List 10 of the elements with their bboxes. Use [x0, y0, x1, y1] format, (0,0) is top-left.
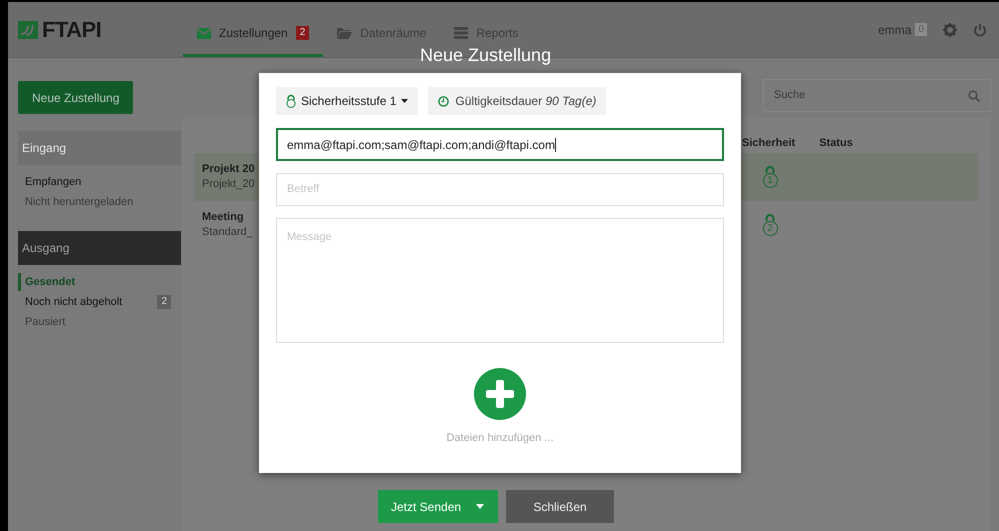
- delivery-title: Meeting: [202, 210, 244, 225]
- count-badge: 2: [296, 26, 310, 40]
- delivery-title: Projekt 20: [202, 162, 255, 177]
- count-badge: 2: [157, 295, 171, 309]
- delivery-subtitle: Projekt_20: [202, 177, 255, 192]
- dialog-title: Neue Zustellung: [420, 44, 552, 66]
- logo: FTAPI: [42, 16, 102, 44]
- security-lock: 2: [762, 221, 778, 236]
- delivery-subtitle: Standard_: [202, 225, 253, 240]
- security-lock: 1: [762, 173, 778, 188]
